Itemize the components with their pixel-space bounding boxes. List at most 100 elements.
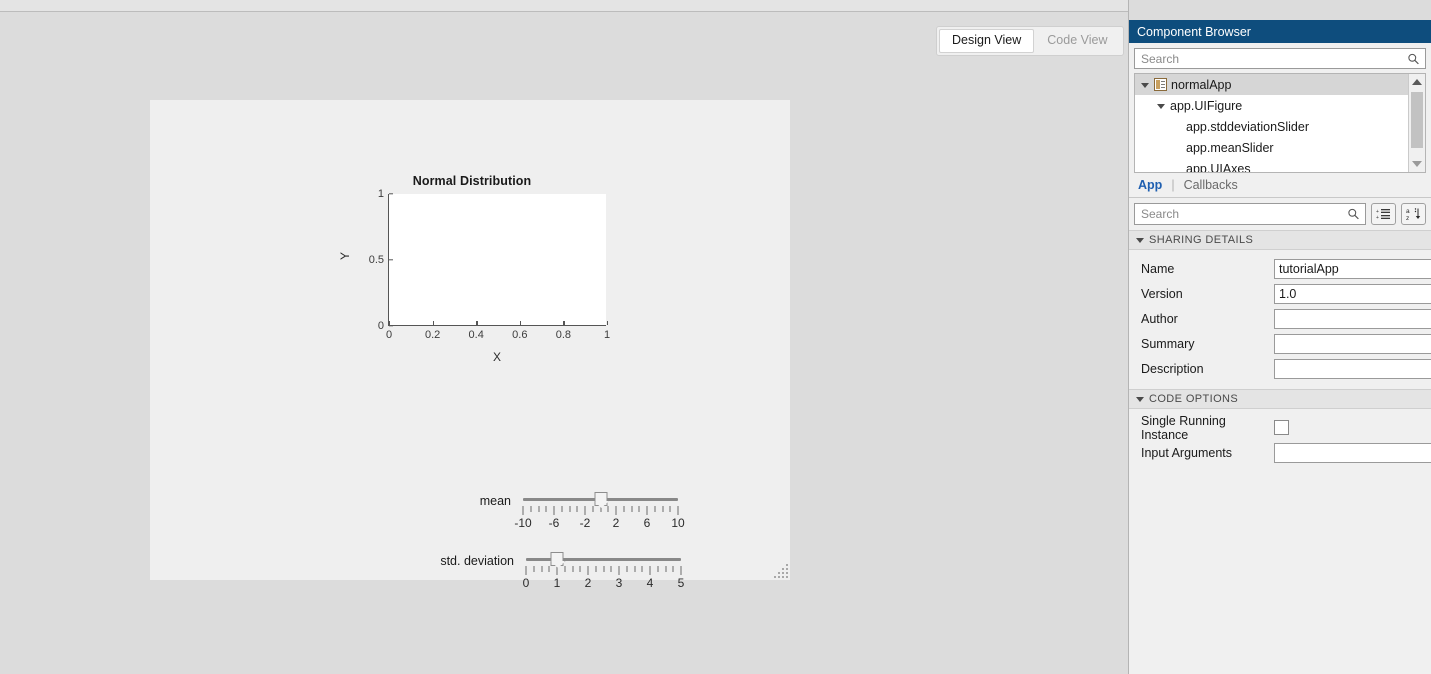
right-panel: Component Browser normalApp app.UIFigure a… xyxy=(1128,0,1431,674)
panel-top-gap xyxy=(1129,0,1431,20)
property-search-box[interactable] xyxy=(1134,203,1366,225)
sort-alphabetical-button[interactable]: a z xyxy=(1401,203,1426,225)
svg-text:a: a xyxy=(1406,208,1410,215)
y-tick-mark xyxy=(389,259,393,261)
slider-tick-label: 2 xyxy=(584,576,592,590)
property-row: Description xyxy=(1129,356,1431,381)
slider-minor-tick xyxy=(576,506,578,512)
svg-text:z: z xyxy=(1406,215,1409,221)
tree-item-app-stddeviationslider[interactable]: app.stddeviationSlider xyxy=(1135,116,1408,137)
slider-minor-tick xyxy=(592,506,594,512)
slider-tick-label: 0 xyxy=(522,576,530,590)
caret-down-icon[interactable] xyxy=(1141,80,1151,90)
slider-tick-label: 1 xyxy=(553,576,561,590)
slider-minor-tick xyxy=(533,566,535,572)
property-input[interactable] xyxy=(1274,442,1431,463)
property-checkbox[interactable] xyxy=(1274,420,1289,435)
slider-major-tick xyxy=(677,506,679,515)
property-input[interactable] xyxy=(1274,358,1431,379)
slider-tick-label: -6 xyxy=(548,516,560,530)
slider-minor-tick xyxy=(626,566,628,572)
component-tree[interactable]: normalApp app.UIFigure app.stddeviationSli… xyxy=(1134,73,1426,173)
slider-major-tick xyxy=(587,566,589,575)
slider-major-tick xyxy=(553,506,555,515)
x-tick-label: 0 xyxy=(385,329,393,341)
slider-minor-tick xyxy=(623,506,625,512)
property-label: Summary xyxy=(1141,336,1195,351)
slider-tick-label: 2 xyxy=(612,516,620,530)
property-input[interactable] xyxy=(1274,308,1431,329)
group-by-category-button[interactable]: + + xyxy=(1371,203,1396,225)
x-tick-mark xyxy=(432,321,434,325)
slider-label: mean xyxy=(479,494,511,508)
search-icon[interactable] xyxy=(1407,52,1420,65)
section-header-sharing-details[interactable]: SHARING DETAILS xyxy=(1129,230,1431,250)
x-tick-label: 1 xyxy=(603,329,611,341)
slider-minor-tick xyxy=(569,506,570,512)
property-input[interactable] xyxy=(1274,333,1431,354)
tab-code-view[interactable]: Code View xyxy=(1034,29,1120,53)
caret-down-icon[interactable] xyxy=(1157,101,1167,111)
section-header-code-options[interactable]: CODE OPTIONS xyxy=(1129,389,1431,409)
slider-minor-tick xyxy=(610,566,612,572)
tree-item-app-meanslider[interactable]: app.meanSlider xyxy=(1135,137,1408,158)
search-icon[interactable] xyxy=(1347,208,1360,221)
slider-thumb[interactable] xyxy=(550,552,564,566)
slider-minor-tick xyxy=(538,506,539,512)
component-search-area xyxy=(1129,43,1431,73)
property-label: Name xyxy=(1141,261,1175,276)
scrollbar-thumb[interactable] xyxy=(1411,92,1423,148)
caret-spacer xyxy=(1173,164,1183,173)
slider-minor-tick xyxy=(662,506,663,512)
x-tick-label: 0.8 xyxy=(555,329,572,341)
slider-minor-tick xyxy=(641,566,643,572)
slider-tick-label: 10 xyxy=(671,516,685,530)
slider-major-tick xyxy=(646,506,648,515)
component-search-box[interactable] xyxy=(1134,48,1426,69)
slider-label: std. deviation xyxy=(440,554,514,568)
ui-axes[interactable]: Normal Distribution 0 0.2 0.4 0.6 0.8 1 0 0.5 1 … xyxy=(332,174,612,374)
property-input[interactable] xyxy=(1274,283,1431,304)
property-input[interactable] xyxy=(1274,258,1431,279)
view-toggle-group: Design View Code View xyxy=(936,26,1124,56)
chart-title: Normal Distribution xyxy=(412,174,532,188)
slider-track[interactable] xyxy=(526,558,681,561)
slider-tick-label: -2 xyxy=(579,516,591,530)
section-body: Name Version Author Summary Description xyxy=(1129,250,1431,389)
inspector-tabs: App | Callbacks xyxy=(1129,173,1431,198)
tree-item-label: app.stddeviationSlider xyxy=(1186,119,1309,134)
slider-minor-tick xyxy=(564,566,566,572)
property-row: Single Running Instance xyxy=(1129,414,1431,442)
tab-design-view[interactable]: Design View xyxy=(939,29,1035,53)
scroll-down-button[interactable] xyxy=(1409,156,1425,172)
slider-major-tick xyxy=(584,506,586,515)
component-search-input[interactable] xyxy=(1135,49,1425,68)
property-row: Summary xyxy=(1129,331,1431,356)
tree-item-label: normalApp xyxy=(1171,77,1232,92)
slider-minor-tick xyxy=(603,566,604,572)
property-label: Author xyxy=(1141,311,1178,326)
y-tick-label: 0 xyxy=(377,320,384,332)
tree-item-app-uifigure[interactable]: app.UIFigure xyxy=(1135,95,1408,116)
slider-major-tick xyxy=(615,506,617,515)
section-title: CODE OPTIONS xyxy=(1149,393,1239,405)
slider-major-tick xyxy=(525,566,527,575)
slider-minor-tick xyxy=(579,566,581,572)
tree-item-normalapp[interactable]: normalApp xyxy=(1135,74,1408,95)
y-axis-label: Y xyxy=(338,251,352,260)
section-body: Single Running Instance Input Arguments xyxy=(1129,409,1431,473)
slider-tick-label: 3 xyxy=(615,576,623,590)
caret-down-icon xyxy=(1136,396,1144,402)
tree-item-label: app.UIAxes xyxy=(1186,161,1251,173)
canvas-resize-grip[interactable] xyxy=(774,564,788,578)
slider-thumb[interactable] xyxy=(594,492,607,506)
tree-item-app-uiaxes[interactable]: app.UIAxes xyxy=(1135,158,1408,173)
chevron-up-icon xyxy=(1412,79,1422,85)
component-tree-scrollbar[interactable] xyxy=(1408,74,1425,172)
tab-app[interactable]: App xyxy=(1138,178,1162,192)
tab-callbacks[interactable]: Callbacks xyxy=(1184,178,1238,192)
design-canvas[interactable]: Normal Distribution 0 0.2 0.4 0.6 0.8 1 0 0.5 1 … xyxy=(150,100,790,590)
app-designer-window: Design View Code View Normal Distributio… xyxy=(0,0,1431,674)
scroll-up-button[interactable] xyxy=(1409,74,1425,90)
property-search-input[interactable] xyxy=(1135,204,1365,224)
